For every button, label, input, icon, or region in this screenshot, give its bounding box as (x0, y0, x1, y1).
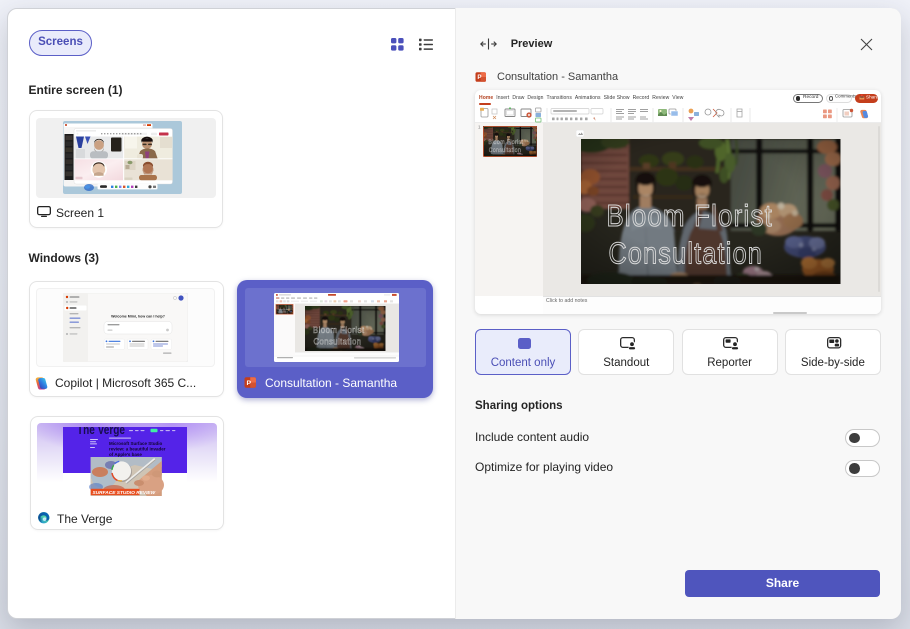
svg-text:The Verge: The Verge (77, 427, 125, 437)
svg-text:P: P (247, 380, 252, 387)
svg-text:SURFACE STUDIO REVIEW: SURFACE STUDIO REVIEW (92, 489, 155, 495)
svg-text:review: a beautiful invader: review: a beautiful invader (109, 446, 166, 451)
svg-text:of Apple's base: of Apple's base (109, 452, 142, 457)
svg-text:Microsoft Surface Studio: Microsoft Surface Studio (109, 441, 163, 446)
svg-text:Welcome Mimi, how can I help?: Welcome Mimi, how can I help? (111, 315, 165, 319)
svg-text:P: P (477, 74, 481, 81)
